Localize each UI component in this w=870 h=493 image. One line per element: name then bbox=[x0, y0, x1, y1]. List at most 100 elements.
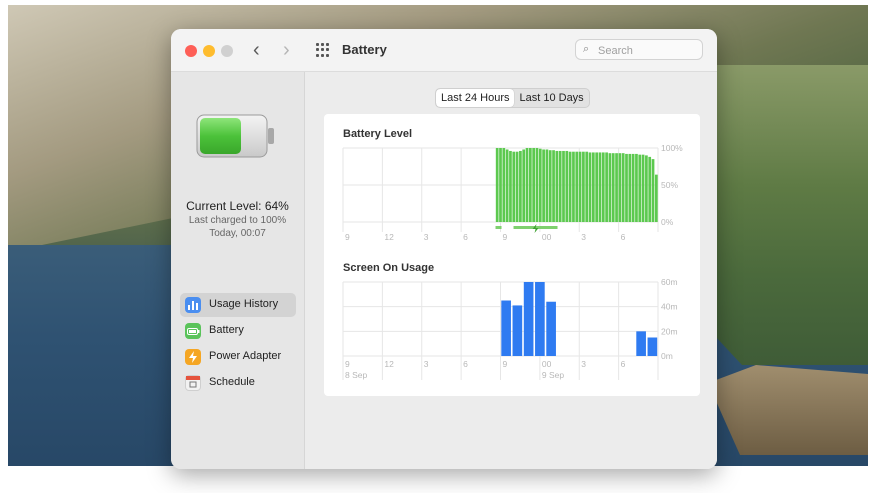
search-field[interactable]: ⌕ bbox=[575, 39, 703, 60]
x-tick-label: 6 bbox=[621, 359, 626, 369]
bar bbox=[608, 153, 612, 222]
window-title: Battery bbox=[342, 42, 387, 57]
bar bbox=[628, 153, 632, 222]
sidebar-item-label: Battery bbox=[209, 324, 244, 336]
search-icon: ⌕ bbox=[583, 43, 590, 55]
sidebar-item-schedule[interactable]: Schedule bbox=[180, 371, 296, 395]
zoom-button[interactable] bbox=[221, 45, 233, 57]
y-tick-label: 60m bbox=[661, 277, 678, 287]
bar bbox=[641, 154, 645, 222]
bar bbox=[605, 152, 608, 222]
bar bbox=[648, 156, 652, 222]
sidebar-item-label: Usage History bbox=[209, 298, 279, 310]
bar bbox=[611, 153, 615, 222]
tab-last-10-days[interactable]: Last 10 Days bbox=[514, 89, 588, 107]
x-tick-label: 12 bbox=[384, 359, 394, 369]
charging-segment bbox=[495, 226, 502, 229]
minimize-button[interactable] bbox=[203, 45, 215, 57]
sidebar-item-battery[interactable]: Battery bbox=[180, 319, 296, 343]
bar bbox=[565, 150, 569, 222]
x-tick-label: 9 bbox=[503, 359, 508, 369]
y-tick-label: 40m bbox=[661, 302, 678, 312]
bar bbox=[651, 159, 655, 222]
bar-chart-icon bbox=[185, 297, 201, 313]
battery-icon bbox=[185, 323, 201, 339]
title-bar: ‹ › Battery ⌕ bbox=[171, 29, 717, 72]
bar bbox=[562, 150, 565, 222]
bar bbox=[595, 152, 599, 222]
x-tick-label: 3 bbox=[581, 232, 586, 242]
last-charged-time: Today, 00:07 bbox=[209, 228, 266, 239]
bar bbox=[618, 153, 622, 222]
battery-level-chart-title: Battery Level bbox=[343, 128, 413, 140]
y-tick-label: 50% bbox=[661, 180, 678, 190]
bar bbox=[638, 154, 642, 222]
bar bbox=[525, 148, 529, 222]
bar bbox=[505, 149, 509, 222]
bar bbox=[519, 150, 522, 222]
sidebar: Current Level: 64% Last charged to 100% … bbox=[171, 72, 305, 469]
x-tick-label: 12 bbox=[384, 232, 394, 242]
bar bbox=[515, 151, 519, 222]
bar bbox=[591, 152, 595, 222]
bar bbox=[501, 300, 511, 356]
x-date-label: 9 Sep bbox=[542, 370, 564, 380]
bar bbox=[578, 151, 582, 222]
x-tick-label: 6 bbox=[621, 232, 626, 242]
bar bbox=[538, 148, 542, 222]
lightning-icon bbox=[185, 349, 201, 365]
y-tick-label: 20m bbox=[661, 326, 678, 336]
sidebar-item-usage-history[interactable]: Usage History bbox=[180, 293, 296, 317]
bar bbox=[552, 150, 555, 222]
battery-level-chart: 100% 50% 0% 9 12 3 6 9 00 3 6 bbox=[342, 143, 683, 242]
sidebar-item-label: Power Adapter bbox=[209, 350, 282, 362]
x-tick-label: 9 bbox=[503, 232, 508, 242]
calendar-icon bbox=[185, 375, 201, 391]
sidebar-item-label: Schedule bbox=[209, 376, 255, 388]
bar bbox=[522, 149, 526, 222]
x-tick-label: 00 bbox=[542, 359, 552, 369]
bar bbox=[601, 152, 605, 222]
bar bbox=[558, 150, 562, 222]
bar bbox=[499, 148, 502, 222]
bar bbox=[568, 151, 572, 222]
bar bbox=[545, 149, 549, 222]
x-tick-label: 3 bbox=[581, 359, 586, 369]
tab-last-24-hours[interactable]: Last 24 Hours bbox=[436, 89, 515, 107]
bar bbox=[512, 305, 523, 356]
screen-on-usage-chart: 60m 40m 20m 0m 9 12 3 6 9 00 3 6 8 Sep 9 Sep bbox=[342, 277, 678, 380]
bar bbox=[528, 148, 532, 222]
y-tick-label: 100% bbox=[661, 143, 683, 153]
content-area: Last 24 Hours Last 10 Days Battery Level… bbox=[305, 72, 717, 469]
x-tick-label: 3 bbox=[424, 232, 429, 242]
bar bbox=[588, 152, 592, 222]
last-charged-text: Last charged to 100% bbox=[188, 215, 287, 226]
search-input[interactable] bbox=[596, 42, 700, 59]
show-all-grid-icon[interactable] bbox=[316, 43, 330, 57]
bar bbox=[548, 150, 552, 222]
bar bbox=[535, 282, 545, 356]
bar bbox=[636, 331, 646, 356]
bar bbox=[645, 155, 648, 222]
x-tick-label: 3 bbox=[424, 359, 429, 369]
x-date-label: 8 Sep bbox=[345, 370, 367, 380]
sidebar-item-power-adapter[interactable]: Power Adapter bbox=[180, 345, 296, 369]
bar bbox=[635, 153, 638, 222]
back-arrow-icon[interactable]: ‹ bbox=[253, 39, 260, 61]
bar bbox=[495, 148, 499, 222]
current-level-text: Current Level: 64% bbox=[186, 199, 289, 213]
bar bbox=[575, 151, 579, 222]
bar bbox=[546, 301, 556, 356]
battery-status-icon bbox=[196, 114, 274, 158]
usage-history-panel: Battery Level 100% 50% 0% 9 12 3 6 9 00 3 6 Screen… bbox=[324, 114, 700, 396]
x-tick-label: 6 bbox=[463, 359, 468, 369]
forward-arrow-icon[interactable]: › bbox=[283, 39, 290, 61]
bar bbox=[542, 149, 545, 222]
x-tick-label: 00 bbox=[542, 232, 552, 242]
bar bbox=[582, 151, 585, 222]
bar bbox=[502, 148, 506, 222]
bar bbox=[621, 153, 625, 222]
close-button[interactable] bbox=[185, 45, 197, 57]
bar bbox=[647, 337, 658, 356]
bar bbox=[509, 150, 512, 222]
